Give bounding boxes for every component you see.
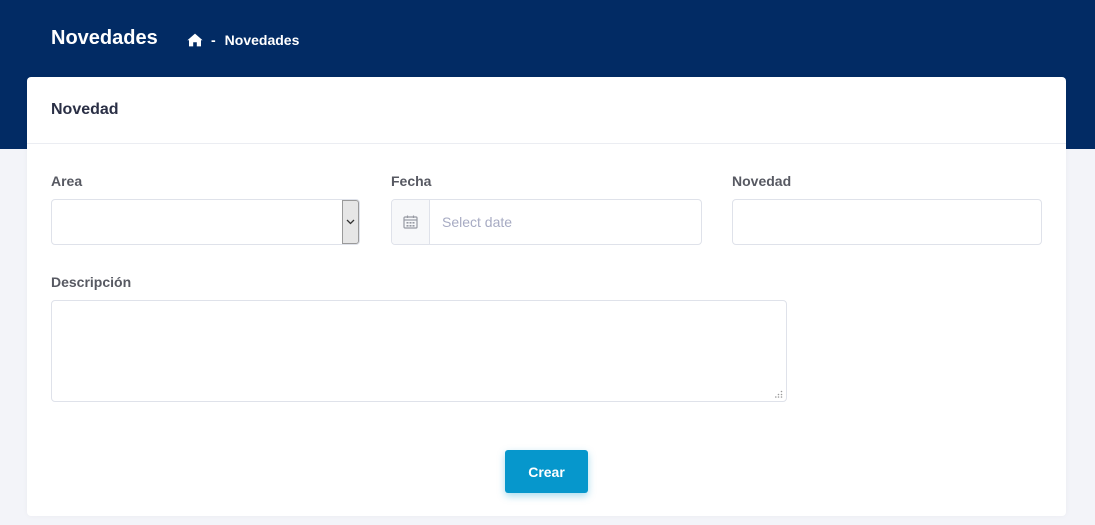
descripcion-label: Descripción xyxy=(51,274,132,290)
crear-button[interactable]: Crear xyxy=(505,450,588,493)
area-label: Area xyxy=(51,173,83,189)
fecha-date-picker[interactable] xyxy=(391,199,714,245)
novedad-form-card: Novedad Area Fecha Select date Novedad D… xyxy=(27,77,1066,516)
novedad-label: Novedad xyxy=(732,173,792,189)
novedad-input[interactable] xyxy=(732,199,1042,245)
breadcrumb: - Novedades xyxy=(187,30,299,50)
calendar-icon[interactable] xyxy=(392,200,430,244)
fecha-label: Fecha xyxy=(391,173,432,189)
card-title: Novedad xyxy=(51,101,119,118)
page-title: Novedades xyxy=(51,27,158,49)
resize-grip-icon[interactable] xyxy=(775,390,783,398)
fecha-input[interactable] xyxy=(430,200,714,244)
home-icon[interactable] xyxy=(187,33,203,47)
card-header: Novedad xyxy=(27,77,1066,144)
chevron-down-icon[interactable] xyxy=(342,200,359,244)
descripcion-textarea[interactable] xyxy=(51,300,787,402)
breadcrumb-current[interactable]: Novedades xyxy=(225,32,300,48)
breadcrumb-separator: - xyxy=(211,32,216,48)
area-select[interactable] xyxy=(51,199,360,245)
